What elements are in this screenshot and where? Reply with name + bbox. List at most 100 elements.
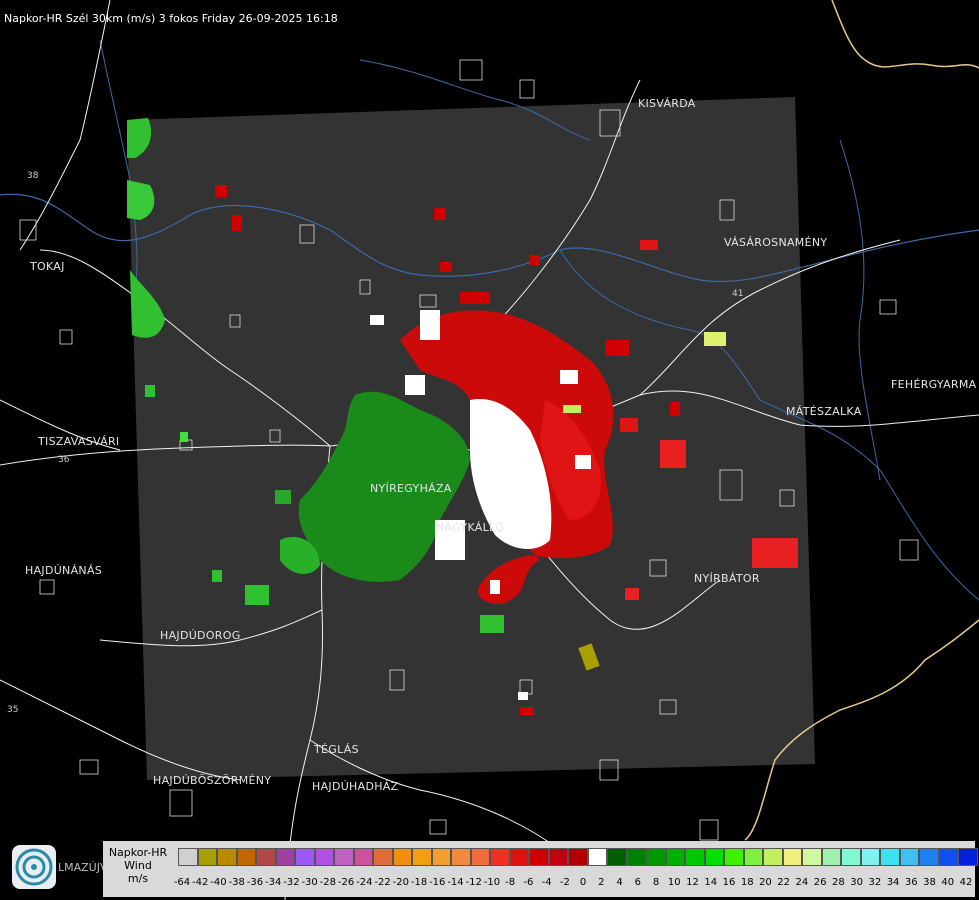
legend-tick-label: 36 xyxy=(904,877,918,888)
legend-swatch xyxy=(841,848,861,866)
road-number-41: 41 xyxy=(732,289,743,299)
legend-swatch xyxy=(919,848,939,866)
legend-swatch xyxy=(763,848,783,866)
map-title: Napkor-HR Szél 30km (m/s) 3 fokos Friday… xyxy=(4,12,338,25)
legend-swatch xyxy=(587,848,607,866)
legend-tick-label: -2 xyxy=(559,877,570,888)
legend-tick-label: -6 xyxy=(523,877,534,888)
legend-swatch xyxy=(860,848,880,866)
legend-swatch xyxy=(431,848,451,866)
legend-swatch xyxy=(256,848,276,866)
legend-tick-label: -64 xyxy=(173,877,191,888)
legend-swatch xyxy=(412,848,432,866)
legend-swatch xyxy=(490,848,510,866)
legend-title: Napkor-HR Wind m/s xyxy=(103,841,173,897)
legend-tick-label: 28 xyxy=(831,877,845,888)
radar-map: 38 41 36 35 xyxy=(0,0,979,900)
legend-tick-label: 16 xyxy=(722,877,736,888)
legend-swatch xyxy=(314,848,334,866)
legend-tick-label: -24 xyxy=(356,877,373,888)
legend-tick-label: -16 xyxy=(429,877,446,888)
legend-swatch xyxy=(197,848,217,866)
road-number-35: 35 xyxy=(7,705,18,715)
road-number-36: 36 xyxy=(58,455,70,465)
legend-swatch xyxy=(607,848,627,866)
legend-tick-label: -20 xyxy=(392,877,409,888)
legend-swatch xyxy=(373,848,393,866)
legend-swatch xyxy=(704,848,724,866)
legend-swatch xyxy=(334,848,354,866)
legend-tick-label: 32 xyxy=(868,877,882,888)
legend-swatch xyxy=(353,848,373,866)
town-label: FEHÉRGYARMA xyxy=(891,378,977,391)
legend-swatch xyxy=(236,848,256,866)
legend-swatch xyxy=(938,848,958,866)
legend-swatch xyxy=(178,848,198,866)
legend-tick-label: 6 xyxy=(634,877,641,888)
legend-tick-label: 26 xyxy=(813,877,827,888)
town-label: MÁTÉSZALKA xyxy=(786,405,862,418)
echo-yellow xyxy=(704,332,726,346)
legend-swatch xyxy=(724,848,744,866)
legend-swatch xyxy=(899,848,919,866)
color-legend: Napkor-HR Wind m/s -64 -42 -40 -38 -36 -34 -32… xyxy=(103,841,978,897)
legend-tick-label: -28 xyxy=(319,877,337,888)
legend-swatch xyxy=(626,848,646,866)
town-label: HAJDÚHADHÁZ xyxy=(312,780,399,793)
legend-swatch xyxy=(665,848,685,866)
legend-swatch xyxy=(685,848,705,866)
legend-tick-label: -10 xyxy=(483,877,501,888)
river-5 xyxy=(839,139,881,481)
legend-swatch xyxy=(509,848,529,866)
legend-tick-label: -12 xyxy=(465,877,482,888)
town-label: HAJDÚDOROG xyxy=(160,629,241,642)
town-label: NYÍRBÁTOR xyxy=(694,572,760,585)
county-border xyxy=(831,0,979,69)
legend-tick-label: 24 xyxy=(795,877,809,888)
legend-tick-label: -30 xyxy=(301,877,318,888)
legend-tick-label: -22 xyxy=(374,877,391,888)
legend-tick-label: 38 xyxy=(923,877,936,888)
legend-swatch xyxy=(295,848,315,866)
legend-tick-label: 2 xyxy=(598,877,605,888)
legend-tick-label: 42 xyxy=(959,877,973,888)
town-label: HAJDÚBÖSZÖRMÉNY xyxy=(153,774,272,787)
legend-tick-label: -40 xyxy=(210,877,227,888)
legend-source: Napkor-HR xyxy=(108,846,168,859)
town-label: TÉGLÁS xyxy=(314,743,359,756)
legend-swatch xyxy=(568,848,588,866)
legend-unit: m/s xyxy=(127,872,149,885)
legend-swatch xyxy=(958,848,978,866)
legend-tick-label: -26 xyxy=(337,877,355,888)
logo-swirl-icon xyxy=(15,848,53,886)
legend-tick-label: 34 xyxy=(886,877,900,888)
road-number-38: 38 xyxy=(27,171,39,181)
legend-tick-label: 40 xyxy=(941,877,955,888)
legend-swatches xyxy=(178,848,978,868)
legend-tick-label: -36 xyxy=(246,877,264,888)
legend-swatch xyxy=(821,848,841,866)
legend-tick-label: -18 xyxy=(410,877,428,888)
legend-tick-label: 22 xyxy=(777,877,791,888)
legend-tick-label: 8 xyxy=(652,877,660,888)
legend-tick-label: -14 xyxy=(447,877,464,888)
town-label: HAJDÚNÁNÁS xyxy=(25,564,103,577)
legend-tick-label: 10 xyxy=(667,877,681,888)
legend-tick-label: -4 xyxy=(541,877,552,888)
legend-tick-label: 4 xyxy=(616,877,623,888)
town-label: VÁSÁROSNAMÉNY xyxy=(724,236,828,249)
legend-swatch xyxy=(451,848,471,866)
legend-tick-label: 0 xyxy=(579,877,587,888)
legend-quantity: Wind xyxy=(124,859,152,872)
legend-swatch xyxy=(392,848,412,866)
legend-tick-label: 20 xyxy=(759,877,772,888)
legend-tick-label: -42 xyxy=(192,877,209,888)
town-label: NAGYKÁLLÓ xyxy=(436,521,505,534)
legend-swatch xyxy=(802,848,822,866)
legend-tick-label: -38 xyxy=(228,877,245,888)
legend-tick-label: -32 xyxy=(283,877,300,888)
legend-tick-label: -8 xyxy=(505,877,516,888)
legend-tick-label: 14 xyxy=(704,877,718,888)
town-label: NYÍREGYHÁZA xyxy=(370,482,452,495)
echo-lime xyxy=(563,405,581,413)
